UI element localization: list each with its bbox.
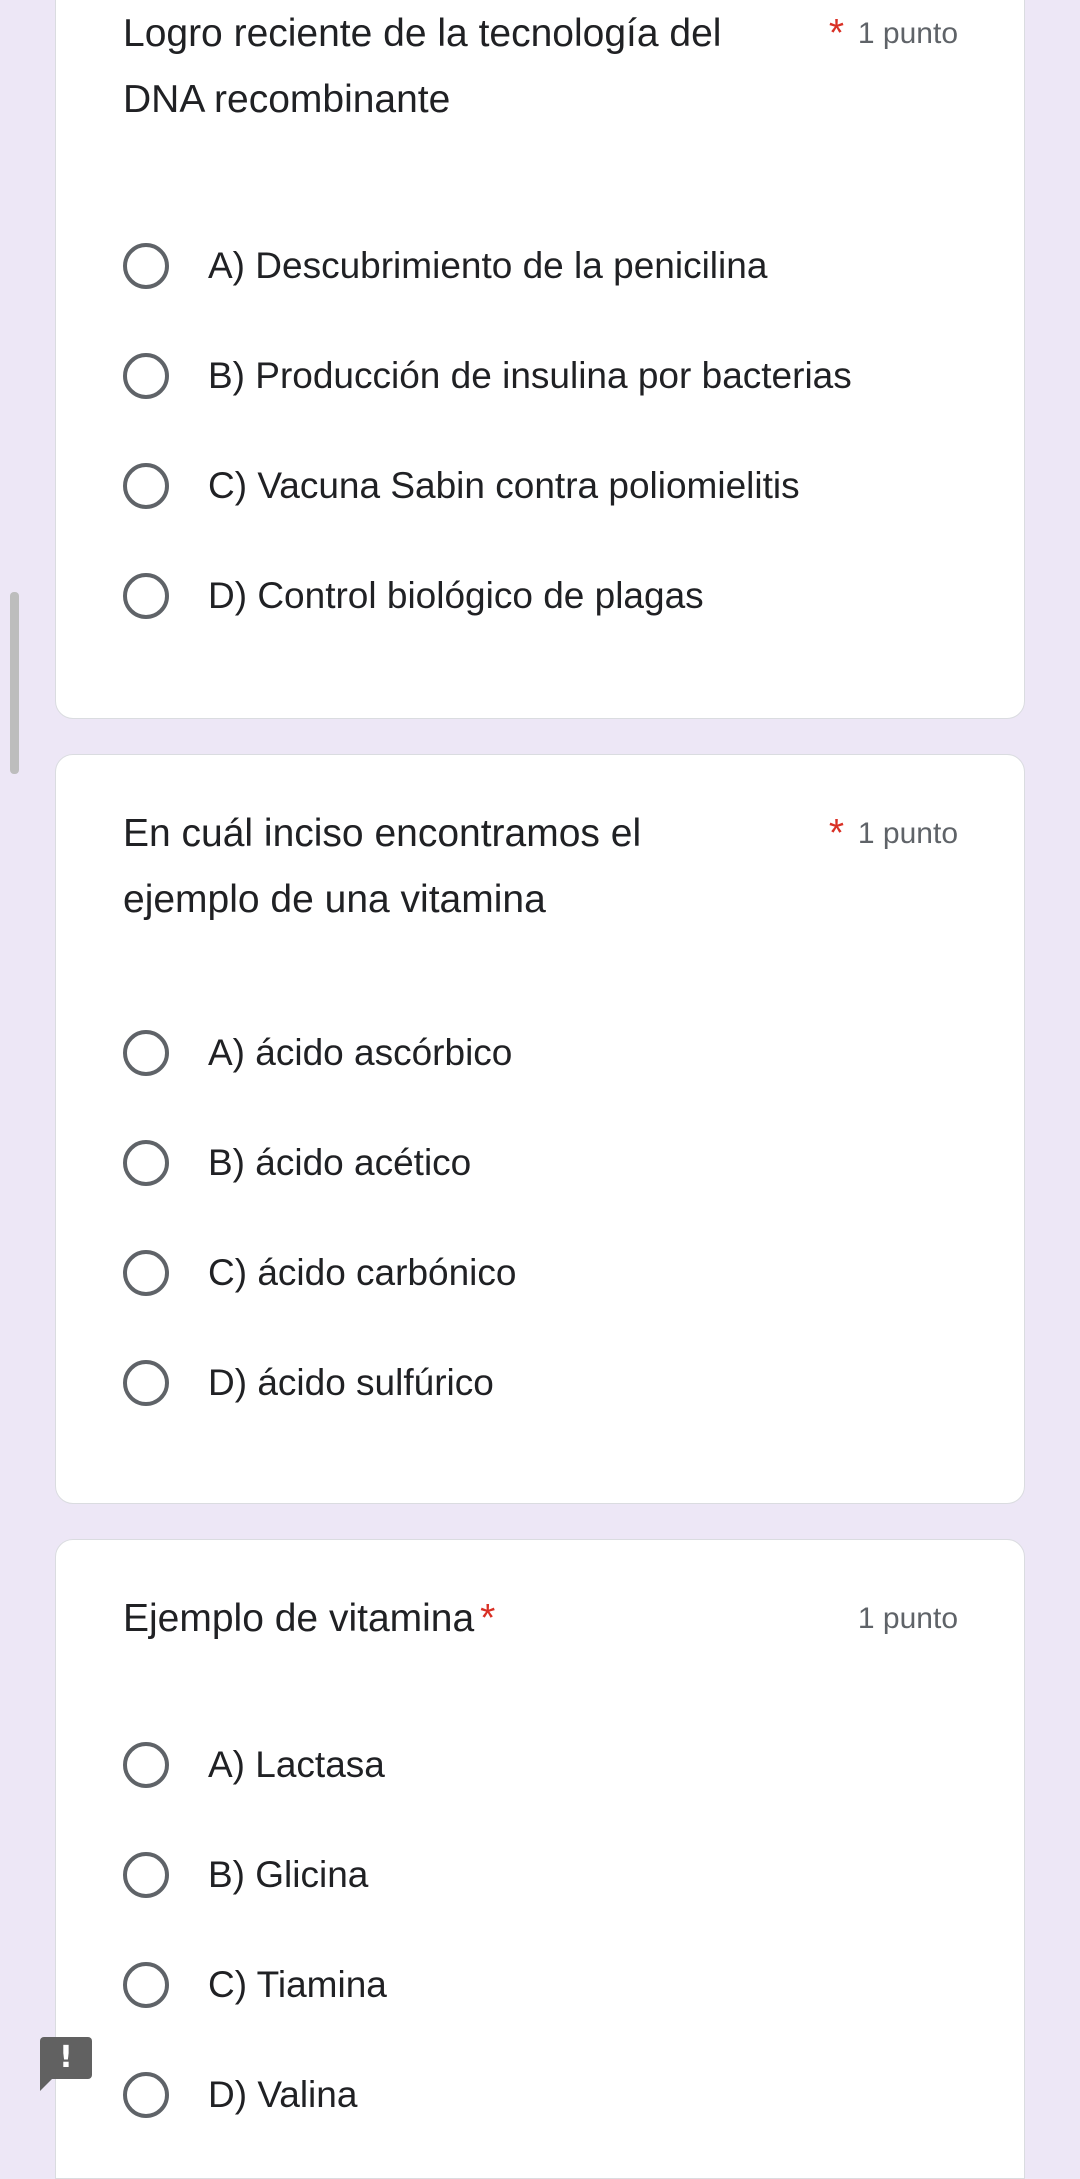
option-label: C) Vacuna Sabin contra poliomielitis (208, 465, 800, 506)
required-asterisk: * (828, 12, 844, 55)
radio-option-b[interactable]: B) Producción de insulina por bacterias (123, 340, 852, 412)
radio-button[interactable] (123, 463, 169, 509)
option-label: B) ácido acético (208, 1142, 472, 1183)
option-label: D) Control biológico de plagas (208, 575, 704, 616)
points-label: 1 punto (857, 17, 958, 50)
option-label: C) Tiamina (208, 1964, 387, 2005)
option-label: A) ácido ascórbico (208, 1032, 513, 1073)
question-header: Ejemplo de vitamina * 1 punto (123, 1586, 958, 1656)
radio-option-d[interactable]: D) Valina (123, 2059, 357, 2131)
radio-option-c[interactable]: C) Vacuna Sabin contra poliomielitis (123, 450, 800, 522)
radio-option-c[interactable]: C) Tiamina (123, 1949, 387, 2021)
required-asterisk: * (480, 1597, 496, 1640)
question-title-line1: Ejemplo de vitamina (123, 1597, 475, 1640)
question-title-line1: Logro reciente de la tecnología del (123, 12, 722, 55)
radio-option-d[interactable]: D) ácido sulfúrico (123, 1347, 494, 1419)
option-label: B) Producción de insulina por bacterias (208, 355, 852, 396)
exclamation-icon[interactable]: ! (40, 2037, 92, 2091)
radio-button[interactable] (123, 1360, 169, 1406)
radio-option-a[interactable]: A) Descubrimiento de la penicilina (123, 230, 767, 302)
radio-option-a[interactable]: A) ácido ascórbico (123, 1017, 512, 1089)
radio-option-b[interactable]: B) ácido acético (123, 1127, 471, 1199)
question-title: Ejemplo de vitamina * (123, 1586, 793, 1652)
question-header: En cuál inciso encontramos el ejemplo de… (123, 801, 958, 941)
question-title: En cuál inciso encontramos el ejemplo de… (123, 801, 793, 933)
question-card-2: En cuál inciso encontramos el ejemplo de… (55, 754, 1025, 1504)
option-label: B) Glicina (208, 1854, 369, 1895)
radio-button[interactable] (123, 1140, 169, 1186)
exclamation-text: ! (59, 2040, 73, 2075)
option-label: D) ácido sulfúrico (208, 1362, 494, 1403)
question-title-line1: En cuál inciso encontramos el (123, 812, 642, 855)
radio-option-d[interactable]: D) Control biológico de plagas (123, 560, 704, 632)
radio-option-a[interactable]: A) Lactasa (123, 1729, 385, 1801)
scroll-indicator[interactable] (10, 592, 19, 774)
radio-button[interactable] (123, 573, 169, 619)
option-label: A) Descubrimiento de la penicilina (208, 245, 768, 286)
radio-button[interactable] (123, 353, 169, 399)
question-title: Logro reciente de la tecnología del DNA … (123, 1, 793, 133)
radio-option-c[interactable]: C) ácido carbónico (123, 1237, 516, 1309)
radio-button[interactable] (123, 1250, 169, 1296)
option-label: A) Lactasa (208, 1744, 385, 1785)
radio-option-b[interactable]: B) Glicina (123, 1839, 368, 1911)
radio-button[interactable] (123, 243, 169, 289)
option-label: D) Valina (208, 2074, 358, 2115)
question-title-line2: ejemplo de una vitamina (123, 878, 546, 921)
points-label: 1 punto (857, 817, 958, 850)
required-asterisk: * (828, 812, 844, 855)
question-header: Logro reciente de la tecnología del DNA … (123, 1, 958, 141)
question-card-1: Logro reciente de la tecnología del DNA … (55, 0, 1025, 719)
radio-button[interactable] (123, 1742, 169, 1788)
points-label: 1 punto (857, 1602, 958, 1635)
radio-button[interactable] (123, 1852, 169, 1898)
option-label: C) ácido carbónico (208, 1252, 517, 1293)
radio-button[interactable] (123, 1030, 169, 1076)
radio-button[interactable] (123, 1962, 169, 2008)
question-title-line2: DNA recombinante (123, 78, 451, 121)
question-card-3: Ejemplo de vitamina * 1 punto A) Lactasa … (55, 1539, 1025, 2179)
radio-button[interactable] (123, 2072, 169, 2118)
